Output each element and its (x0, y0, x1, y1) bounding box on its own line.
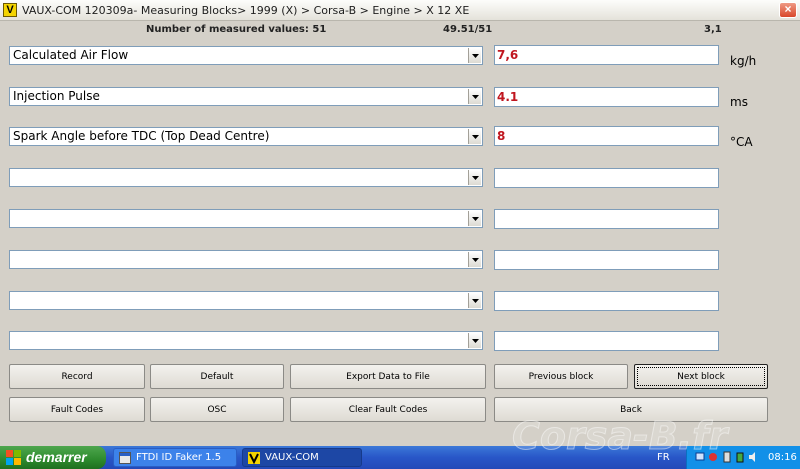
osc-button[interactable]: OSC (150, 397, 284, 422)
volume-icon[interactable] (748, 451, 758, 463)
taskbar-item-ftdi-faker[interactable]: FTDI ID Faker 1.5 (113, 448, 237, 467)
block-position: 49.51/51 (443, 24, 493, 35)
corsa-b-watermark: Corsa-B.fr (511, 414, 728, 459)
measurement-select-3-label: Spark Angle before TDC (Top Dead Centre) (13, 129, 270, 143)
clear-fault-codes-button[interactable]: Clear Fault Codes (290, 397, 486, 422)
chevron-down-icon[interactable] (468, 252, 481, 267)
windows-logo-icon (6, 450, 21, 465)
measurement-value-7 (494, 291, 719, 311)
measurement-value-4 (494, 168, 719, 188)
chevron-down-icon[interactable] (468, 333, 481, 348)
start-label: demarrer (26, 449, 87, 465)
measurement-value-6 (494, 250, 719, 270)
measurement-select-8[interactable] (9, 331, 483, 350)
measurement-value-2-text: 4.1 (497, 90, 519, 104)
block-index: 3,1 (704, 24, 722, 35)
measurement-unit-1: kg/h (730, 54, 757, 68)
measurement-select-3[interactable]: Spark Angle before TDC (Top Dead Centre) (9, 127, 483, 146)
window-title: VAUX-COM 120309a- Measuring Blocks> 1999… (22, 4, 470, 17)
record-button[interactable]: Record (9, 364, 145, 389)
info-bar: Number of measured values: 51 49.51/51 3… (0, 21, 800, 38)
battery-icon[interactable] (735, 451, 745, 463)
measurement-value-3-text: 8 (497, 129, 506, 143)
export-data-button[interactable]: Export Data to File (290, 364, 486, 389)
measurement-value-2: 4.1 (494, 87, 719, 107)
measurement-value-8 (494, 331, 719, 351)
measurement-select-2[interactable]: Injection Pulse (9, 87, 483, 106)
measurement-select-4[interactable] (9, 168, 483, 187)
taskbar-item-vaux-com[interactable]: VAUX-COM (242, 448, 362, 467)
taskbar-item-label: FTDI ID Faker 1.5 (136, 452, 222, 463)
measurement-select-2-label: Injection Pulse (13, 89, 100, 103)
measurement-value-5 (494, 209, 719, 229)
chevron-down-icon[interactable] (468, 129, 481, 144)
measurement-select-1[interactable]: Calculated Air Flow (9, 46, 483, 65)
vaux-com-app-icon (248, 452, 260, 464)
clock: 08:16 (768, 452, 797, 463)
vaux-com-window: V VAUX-COM 120309a- Measuring Blocks> 19… (0, 0, 800, 446)
vaux-com-app-icon: V (3, 3, 17, 17)
previous-block-button[interactable]: Previous block (494, 364, 628, 389)
chevron-down-icon[interactable] (468, 211, 481, 226)
chevron-down-icon[interactable] (468, 293, 481, 308)
window-app-icon (119, 452, 131, 464)
taskbar-item-label: VAUX-COM (265, 452, 319, 463)
close-button[interactable]: × (779, 2, 797, 18)
measurement-value-1-text: 7,6 (497, 48, 519, 62)
next-block-button[interactable]: Next block (634, 364, 768, 389)
chevron-down-icon[interactable] (468, 170, 481, 185)
start-button[interactable]: demarrer (0, 446, 106, 469)
measurement-select-1-label: Calculated Air Flow (13, 48, 129, 62)
measurement-unit-2: ms (730, 95, 748, 109)
measurement-unit-3: °CA (730, 135, 753, 149)
fault-codes-button[interactable]: Fault Codes (9, 397, 145, 422)
measurement-select-7[interactable] (9, 291, 483, 310)
title-bar[interactable]: V VAUX-COM 120309a- Measuring Blocks> 19… (0, 0, 800, 21)
measurement-select-5[interactable] (9, 209, 483, 228)
chevron-down-icon[interactable] (468, 89, 481, 104)
measurement-select-6[interactable] (9, 250, 483, 269)
chevron-down-icon[interactable] (468, 48, 481, 63)
measurement-value-3: 8 (494, 126, 719, 146)
default-button[interactable]: Default (150, 364, 284, 389)
measured-values-count: Number of measured values: 51 (146, 24, 327, 35)
measurement-value-1: 7,6 (494, 45, 719, 65)
